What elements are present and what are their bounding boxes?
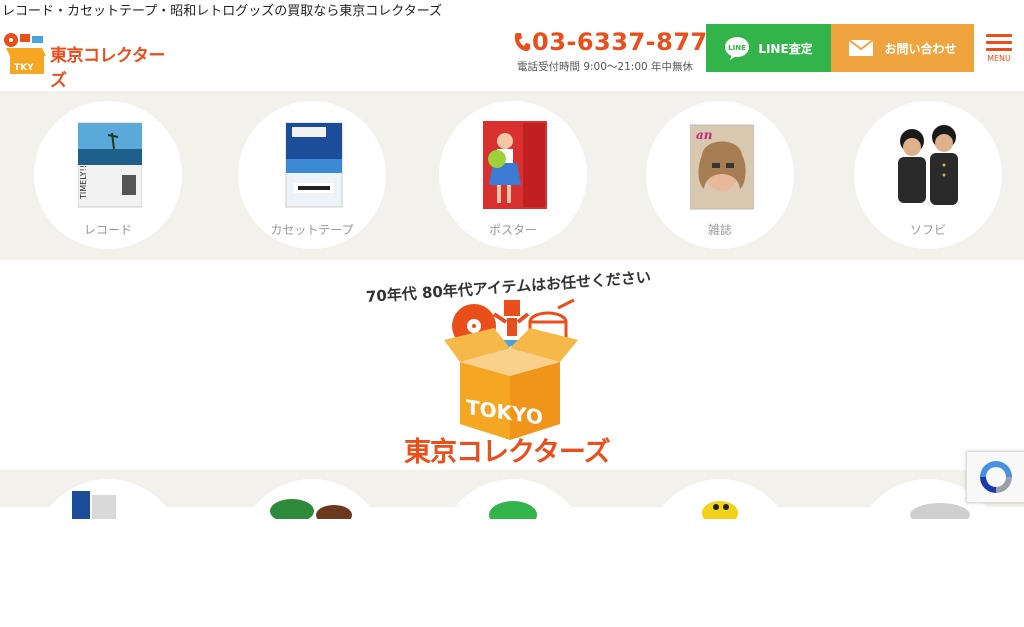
logo-text: 東京コレクターズ bbox=[50, 46, 165, 91]
category-circle[interactable] bbox=[238, 479, 386, 627]
category-magazine[interactable]: an 雑誌 bbox=[646, 101, 794, 249]
phone-number[interactable]: 03-6337-8777 bbox=[514, 28, 725, 56]
category-circle[interactable] bbox=[646, 479, 794, 627]
category-label: ポスター bbox=[488, 223, 537, 237]
line-icon: LINE bbox=[725, 37, 750, 60]
toy-icon bbox=[270, 499, 352, 525]
category-circle[interactable] bbox=[439, 479, 587, 627]
hero-brand-logo: 東京コレクターズ bbox=[404, 437, 611, 468]
category-label: レコード bbox=[83, 223, 132, 237]
robot-icon bbox=[504, 300, 520, 316]
menu-button[interactable]: MENU bbox=[980, 30, 1018, 70]
recaptcha-icon bbox=[980, 461, 1012, 493]
logo-box-icon: TKY bbox=[4, 33, 46, 74]
top-tagline: レコード・カセットテープ・昭和レトログッズの買取なら東京コレクターズ bbox=[0, 0, 1024, 24]
site-header: TKY 東京コレクターズ 03-6337-8777 電話受付時間 9:00～21… bbox=[0, 24, 1024, 91]
secondary-category-band bbox=[0, 470, 1024, 627]
hamburger-bar bbox=[986, 41, 1012, 44]
figure-icon bbox=[702, 501, 738, 525]
hero-section: 70年代 80年代アイテムはお任せください TOKYO 東京コレクターズ bbox=[0, 260, 1024, 470]
recaptcha-badge[interactable] bbox=[966, 451, 1024, 503]
poster-icon bbox=[483, 121, 547, 209]
svg-text:TIMELY!!: TIMELY!! bbox=[79, 165, 88, 200]
phone-icon bbox=[514, 33, 530, 51]
category-cassette[interactable]: カセットテープ bbox=[238, 101, 386, 249]
soft-vinyl-figures-icon bbox=[898, 125, 958, 205]
category-label: カセットテープ bbox=[270, 223, 354, 237]
svg-text:an: an bbox=[696, 128, 713, 142]
svg-text:TKY: TKY bbox=[14, 63, 34, 73]
category-poster[interactable]: ポスター bbox=[439, 101, 587, 249]
cassette-cover-icon bbox=[285, 122, 343, 208]
game-box-icon bbox=[72, 491, 116, 519]
category-band: TIMELY!! レコード カセットテープ ポスター an 雑誌 ソフビ bbox=[0, 91, 1024, 260]
category-label: ソフビ bbox=[909, 223, 946, 237]
hamburger-bar bbox=[986, 48, 1012, 51]
menu-label: MENU bbox=[987, 54, 1011, 63]
category-soft-vinyl[interactable]: ソフビ bbox=[854, 101, 1002, 249]
mail-icon bbox=[848, 39, 875, 56]
line-button-label: LINE査定 bbox=[758, 41, 813, 56]
svg-text:LINE: LINE bbox=[728, 44, 746, 52]
site-logo[interactable]: TKY 東京コレクターズ bbox=[2, 26, 177, 91]
category-label: 雑誌 bbox=[707, 223, 732, 237]
contact-button-label: お問い合わせ bbox=[884, 41, 957, 56]
category-circle[interactable] bbox=[34, 479, 182, 627]
contact-button[interactable]: お問い合わせ bbox=[831, 24, 974, 72]
magazine-icon: an bbox=[690, 124, 754, 210]
item-icon bbox=[489, 501, 537, 529]
phone-text: 03-6337-8777 bbox=[532, 28, 725, 56]
record-cover-icon: TIMELY!! bbox=[78, 122, 142, 208]
hamburger-icon bbox=[986, 34, 1012, 37]
category-record[interactable]: TIMELY!! レコード bbox=[34, 101, 182, 249]
line-assessment-button[interactable]: LINE LINE査定 bbox=[706, 24, 831, 72]
phone-hours: 電話受付時間 9:00～21:00 年中無休 bbox=[517, 61, 694, 73]
